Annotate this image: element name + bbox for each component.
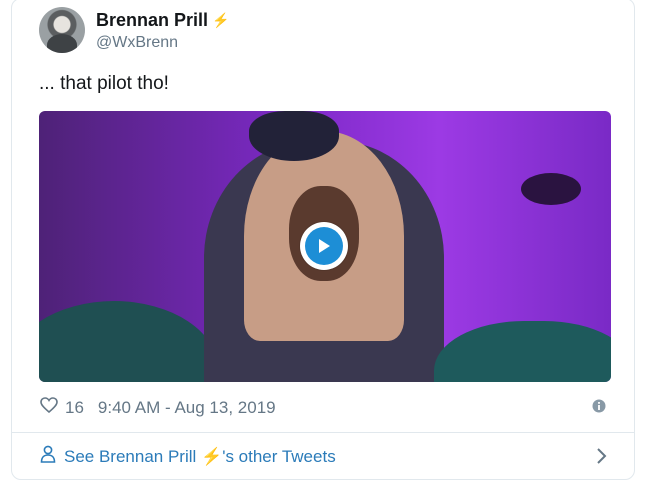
author-row: Brennan Prill ⚡ xyxy=(96,10,229,31)
footer-divider xyxy=(12,432,634,433)
other-tweets-suffix: 's other Tweets xyxy=(222,446,336,466)
play-button[interactable] xyxy=(300,222,348,270)
other-tweets-link[interactable]: See Brennan Prill ⚡'s other Tweets xyxy=(40,445,336,468)
info-icon[interactable] xyxy=(592,399,606,413)
media-sofa-right xyxy=(434,321,611,382)
avatar[interactable] xyxy=(39,7,85,53)
like-count[interactable]: 16 xyxy=(65,398,84,418)
tweet-text: ... that pilot tho! xyxy=(39,73,169,94)
play-icon xyxy=(305,227,343,265)
chevron-right-icon[interactable] xyxy=(594,447,608,465)
media-preview[interactable] xyxy=(39,111,611,382)
media-lamp xyxy=(521,173,581,205)
lightning-icon: ⚡ xyxy=(212,12,230,28)
other-tweets-badge: ⚡ xyxy=(201,446,223,466)
heart-icon[interactable] xyxy=(39,396,59,419)
other-tweets-prefix: See Brennan Prill xyxy=(64,446,202,466)
author-handle[interactable]: @WxBrenn xyxy=(96,34,178,52)
author-name[interactable]: Brennan Prill xyxy=(96,10,208,31)
media-hat xyxy=(249,111,339,161)
timestamp[interactable]: 9:40 AM - Aug 13, 2019 xyxy=(98,398,276,418)
media-sofa-left xyxy=(39,301,219,382)
tweet-meta: 16 9:40 AM - Aug 13, 2019 xyxy=(39,396,276,419)
other-tweets-label[interactable]: See Brennan Prill ⚡'s other Tweets xyxy=(64,447,336,467)
user-icon xyxy=(40,445,56,468)
